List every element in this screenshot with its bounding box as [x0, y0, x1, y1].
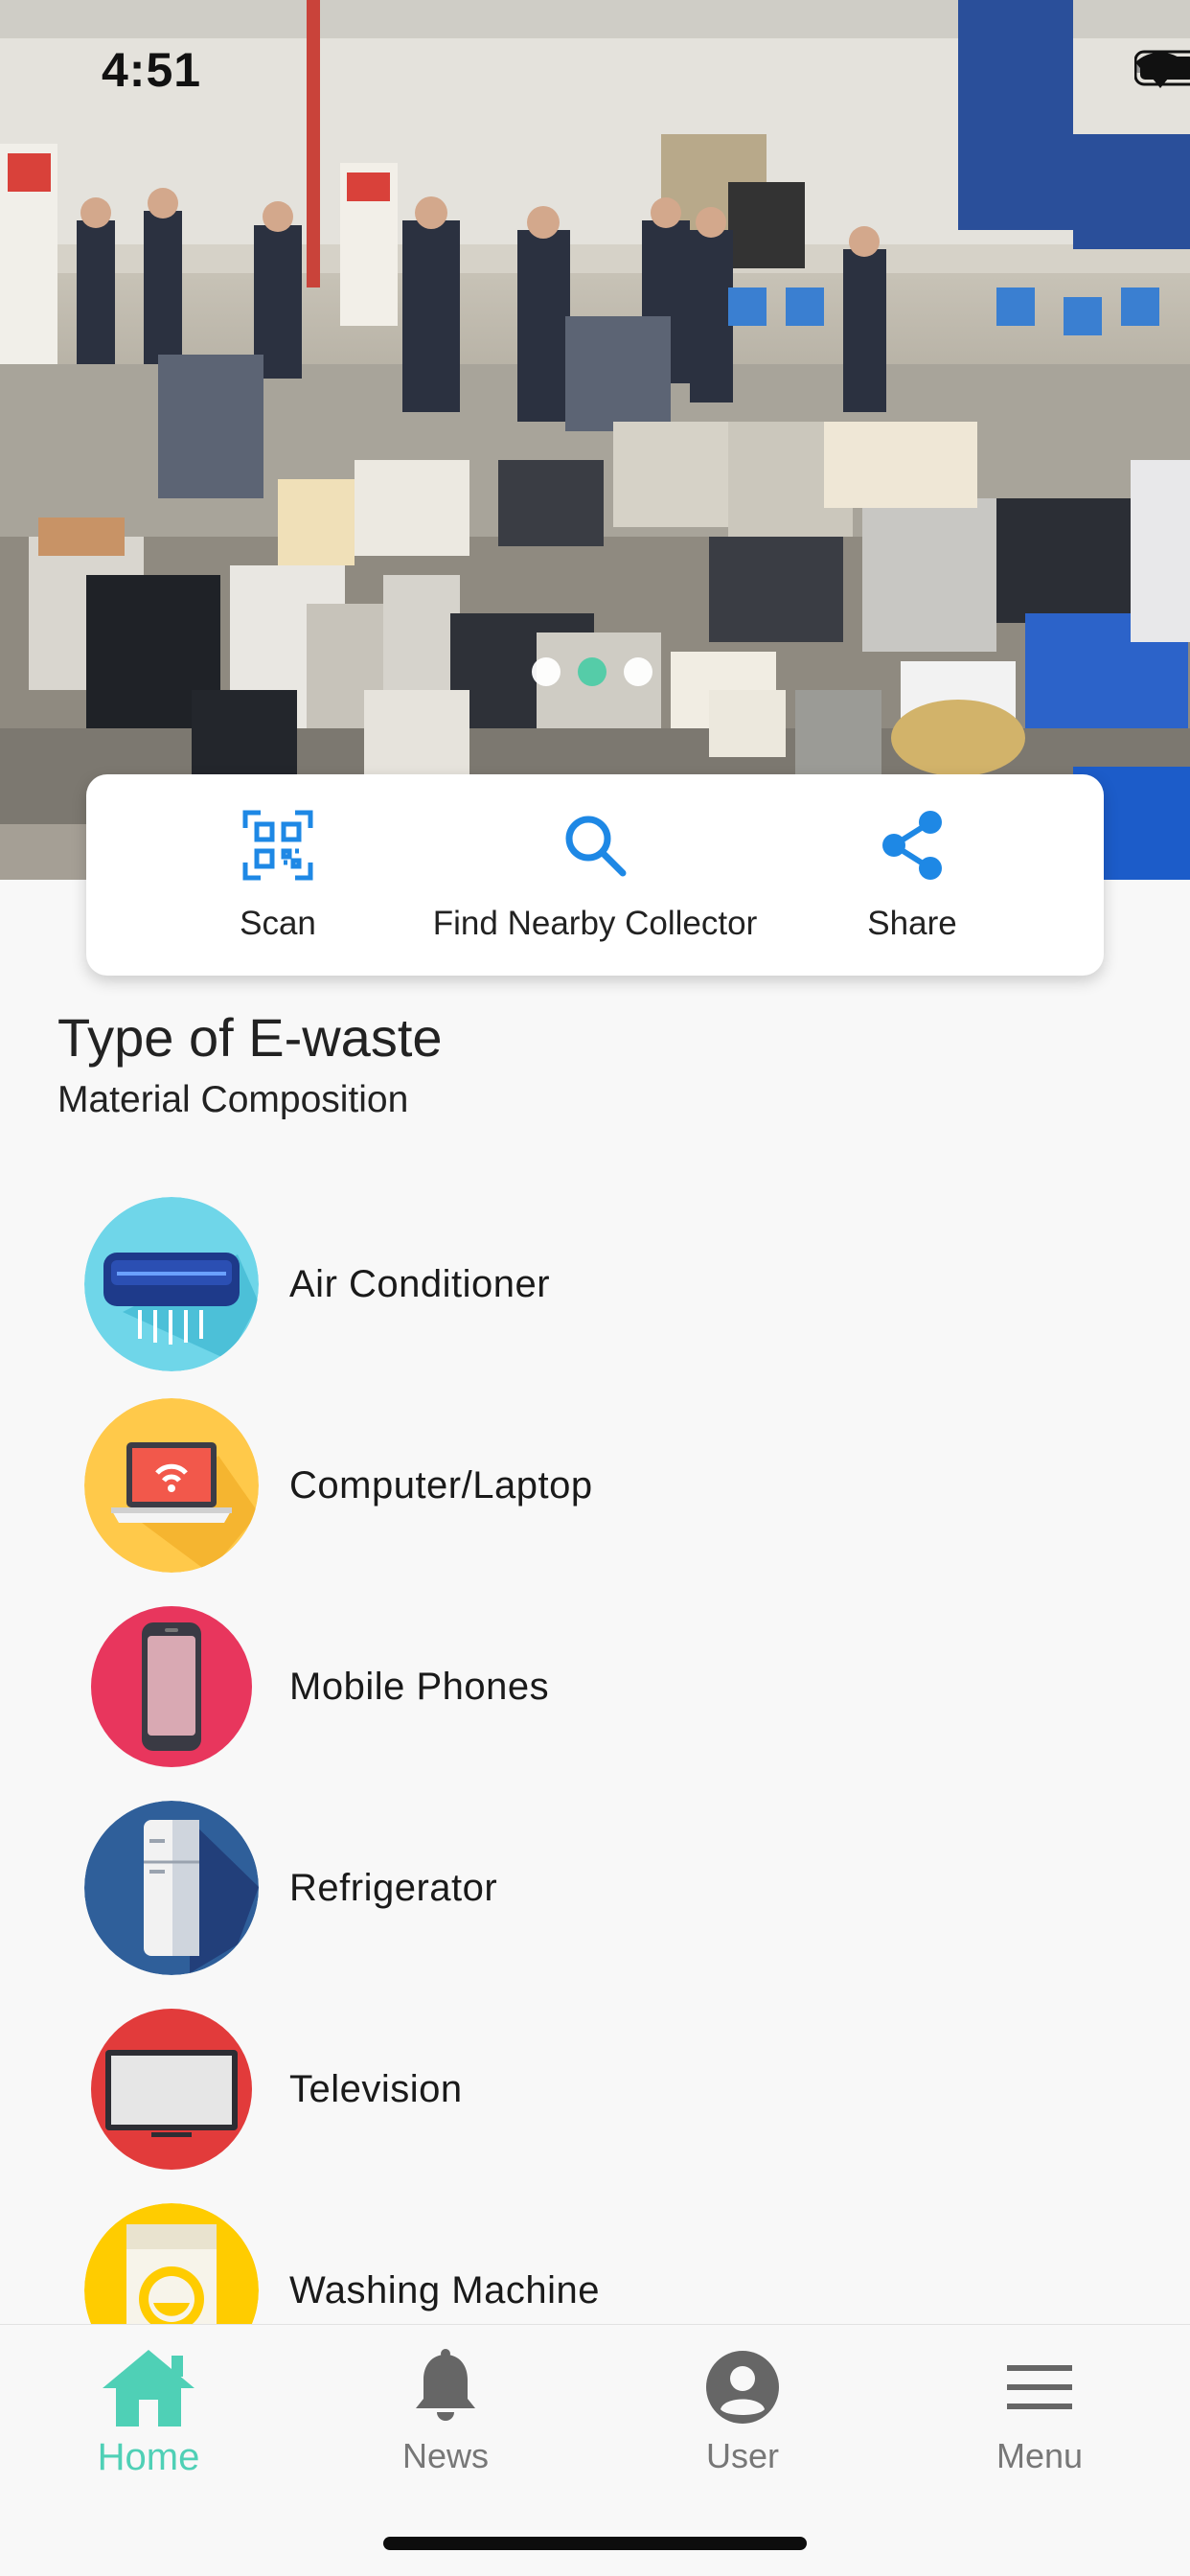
tab-menu-label: Menu — [995, 2436, 1084, 2475]
home-indicator — [383, 2537, 807, 2550]
section-subtitle: Material Composition — [57, 1079, 409, 1120]
find-nearby-collector-button[interactable]: Find Nearby Collector — [433, 789, 757, 961]
pager-dot[interactable] — [532, 657, 561, 686]
status-bar: 4:51 — [0, 0, 1190, 134]
list-item-label: Mobile Phones — [289, 1665, 550, 1708]
tab-news[interactable]: News — [340, 2344, 551, 2488]
share-label: Share — [867, 905, 957, 942]
list-item-label: Television — [289, 2067, 463, 2110]
mobile-phone-icon — [84, 1599, 259, 1774]
app-screen: 4:51 Scan Find Nearby Collector Share Ty… — [0, 0, 1190, 2576]
list-item-computer-laptop[interactable]: Computer/Laptop — [84, 1394, 1138, 1576]
share-icon — [874, 807, 950, 884]
list-item-label: Air Conditioner — [289, 1262, 551, 1305]
list-item-television[interactable]: Television — [84, 1998, 1138, 2180]
share-button[interactable]: Share — [759, 789, 1065, 961]
user-icon — [690, 2344, 795, 2430]
television-icon — [84, 2002, 259, 2176]
scan-label: Scan — [240, 905, 316, 942]
home-icon — [96, 2344, 201, 2430]
battery-icon — [1134, 50, 1190, 86]
list-item-mobile-phones[interactable]: Mobile Phones — [84, 1596, 1138, 1778]
tab-news-label: News — [401, 2436, 490, 2475]
tab-home[interactable]: Home — [43, 2344, 254, 2488]
menu-icon — [987, 2344, 1092, 2430]
list-item-label: Refrigerator — [289, 1866, 498, 1909]
tab-menu[interactable]: Menu — [934, 2344, 1145, 2488]
section-title: Type of E-waste — [57, 1007, 443, 1068]
pager-dot[interactable] — [624, 657, 652, 686]
search-icon — [557, 807, 633, 884]
status-time: 4:51 — [102, 43, 202, 97]
carousel-pager — [532, 657, 652, 686]
list-item-label: Computer/Laptop — [289, 1463, 593, 1506]
tab-user[interactable]: User — [637, 2344, 848, 2488]
list-item-label: Washing Machine — [289, 2268, 600, 2312]
air-conditioner-icon — [84, 1197, 259, 1371]
laptop-icon — [84, 1398, 259, 1573]
find-nearby-collector-label: Find Nearby Collector — [432, 905, 758, 942]
refrigerator-icon — [84, 1801, 259, 1975]
scan-button[interactable]: Scan — [125, 789, 431, 961]
quick-actions-card: Scan Find Nearby Collector Share — [86, 774, 1104, 976]
list-item-air-conditioner[interactable]: Air Conditioner — [84, 1193, 1138, 1375]
tab-home-label: Home — [97, 2436, 200, 2478]
bell-icon — [393, 2344, 498, 2430]
list-item-refrigerator[interactable]: Refrigerator — [84, 1797, 1138, 1979]
hero-carousel[interactable]: 4:51 — [0, 0, 1190, 880]
qr-scan-icon — [240, 807, 316, 884]
tab-user-label: User — [705, 2436, 779, 2475]
pager-dot-active[interactable] — [578, 657, 606, 686]
